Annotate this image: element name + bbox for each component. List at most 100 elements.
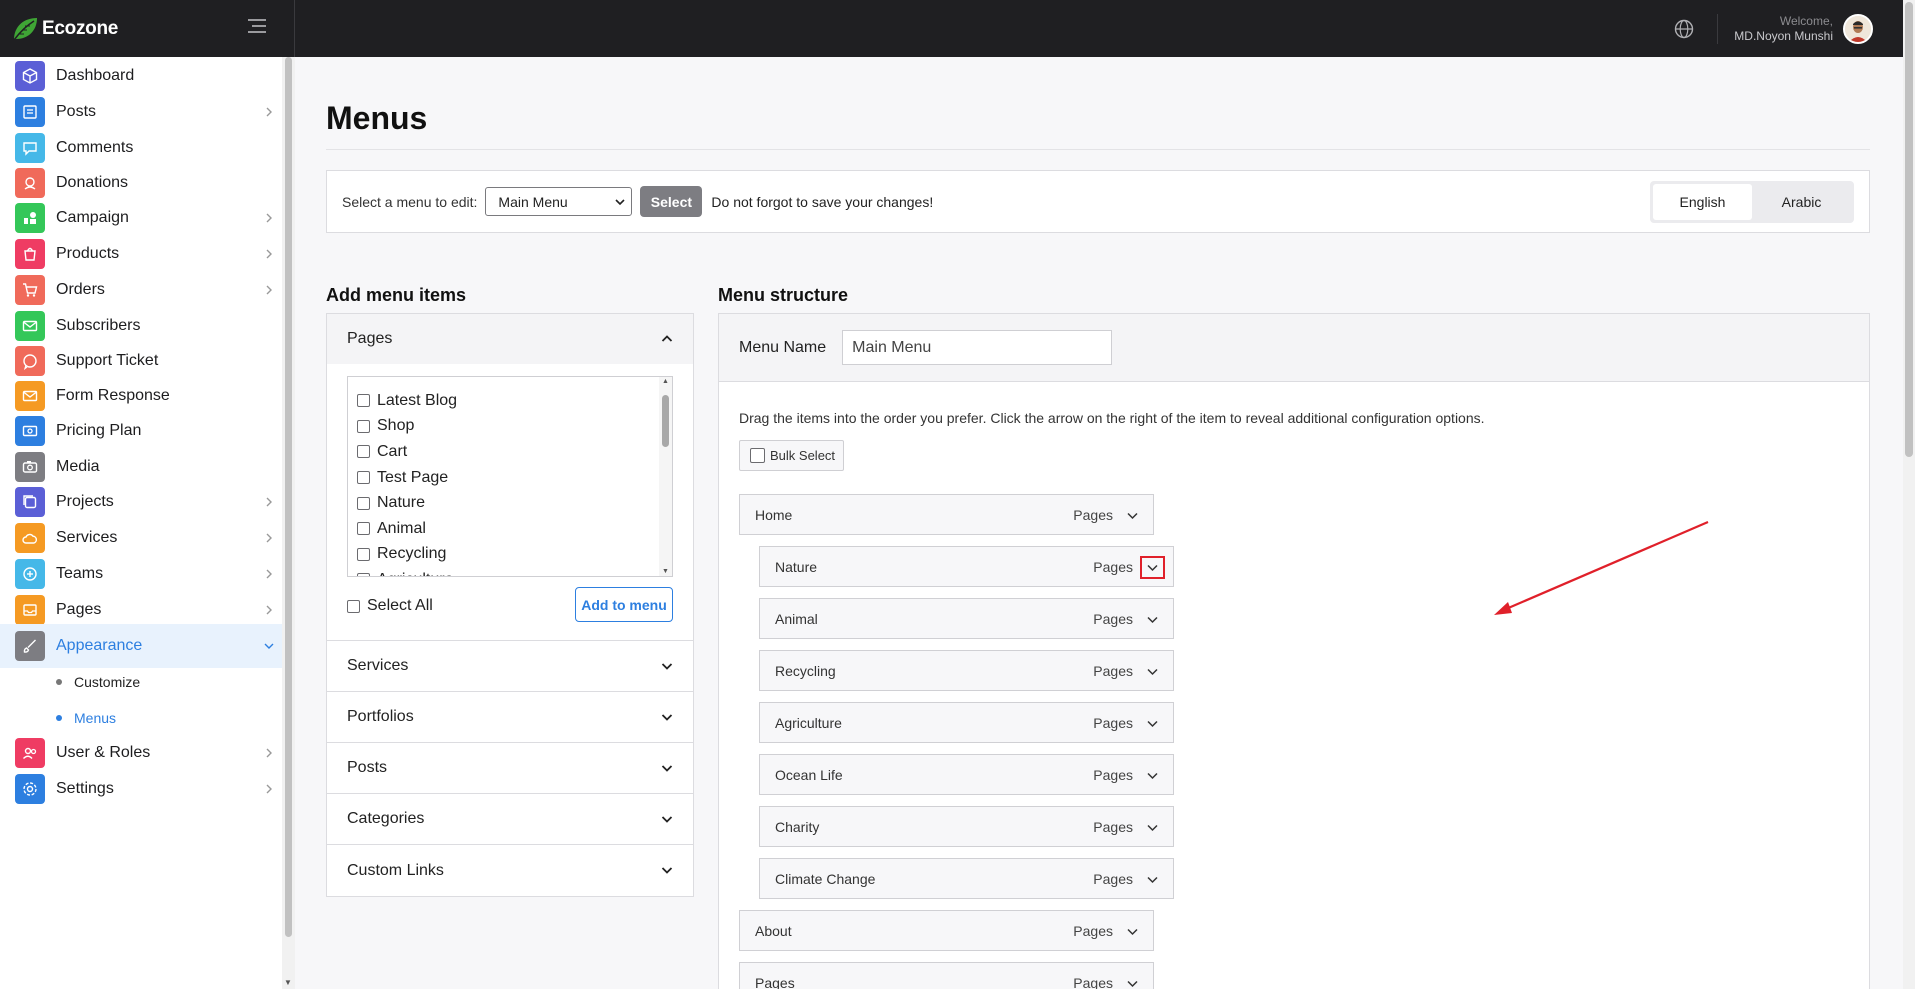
page-checkbox-item[interactable]: Latest Blog (348, 388, 672, 414)
brand-name[interactable]: Ecozone (42, 18, 118, 40)
bulk-select-label: Bulk Select (770, 448, 836, 463)
sidebar-item-label: Subscribers (56, 317, 141, 334)
menu-item-type: Pages (1073, 923, 1113, 939)
checklist-scrollbar[interactable]: ▲ ▼ (659, 377, 672, 576)
checkbox[interactable] (357, 496, 370, 510)
chevron-down-icon (661, 765, 673, 772)
select-all-checkbox[interactable]: Select All (347, 597, 433, 615)
sidebar-item-label: Dashboard (56, 67, 135, 84)
page-option-label: Recycling (377, 545, 447, 563)
menu-item-nature[interactable]: Nature Pages (759, 546, 1174, 587)
chevron-down-icon (661, 816, 673, 823)
expand-chevron-button[interactable] (1124, 507, 1141, 524)
menu-structure-panel: Menu Name Main Menu Drag the items into … (718, 313, 1870, 989)
categories-accordion-header[interactable]: Categories (327, 794, 693, 845)
menu-item-home[interactable]: Home Pages (739, 494, 1154, 535)
sidebar-scrollbar[interactable]: ▼ (282, 57, 295, 989)
checkbox[interactable] (357, 471, 370, 485)
chevron-right-icon (266, 605, 272, 615)
menu-name-input[interactable]: Main Menu (842, 330, 1113, 365)
comments-icon (15, 133, 45, 163)
checkbox[interactable] (347, 599, 360, 613)
avatar[interactable] (1843, 13, 1873, 44)
expand-chevron-button[interactable] (1144, 663, 1161, 680)
checkbox[interactable] (357, 445, 370, 459)
page-checkbox-item[interactable]: Nature (348, 490, 672, 516)
chevron-down-icon (1127, 980, 1138, 987)
select-all-label: Select All (367, 597, 433, 614)
menu-item-pages[interactable]: Pages Pages (739, 962, 1154, 989)
chevron-down-icon (1147, 720, 1158, 727)
appearance-icon (15, 631, 45, 661)
checkbox[interactable] (357, 419, 370, 433)
menu-item-charity[interactable]: Charity Pages (759, 806, 1174, 847)
menu-item-recycling[interactable]: Recycling Pages (759, 650, 1174, 691)
chevron-down-icon (1147, 616, 1158, 623)
page-option-label: Cart (377, 442, 408, 460)
checkbox[interactable] (357, 522, 370, 536)
campaign-icon (15, 203, 45, 233)
select-button[interactable]: Select (640, 186, 703, 217)
sidebar-item-settings[interactable]: Settings (0, 767, 282, 811)
language-english-tab[interactable]: English (1653, 184, 1752, 220)
page-checkbox-item[interactable]: Animal (348, 516, 672, 542)
sidebar-subitem-customize[interactable]: Customize (0, 662, 282, 702)
expand-chevron-button[interactable] (1140, 556, 1165, 579)
pages-checklist[interactable]: ▲ ▼ Latest Blog Shop Cart Test Page Nature Ani… (347, 376, 673, 577)
sidebar-toggle-icon[interactable] (248, 19, 266, 35)
page-option-label: Nature (377, 494, 426, 512)
expand-chevron-button[interactable] (1124, 975, 1141, 989)
pages-accordion-header[interactable]: Pages (327, 314, 693, 364)
expand-chevron-button[interactable] (1144, 819, 1161, 836)
expand-chevron-button[interactable] (1144, 715, 1161, 732)
chevron-down-icon (661, 867, 673, 874)
donations-icon (15, 168, 45, 198)
accordion-title: Categories (347, 810, 425, 827)
checkbox[interactable] (357, 394, 370, 408)
services-accordion-header[interactable]: Services (327, 641, 693, 692)
chevron-right-icon (266, 107, 272, 117)
bulk-select-button[interactable]: Bulk Select (739, 440, 844, 471)
expand-chevron-button[interactable] (1144, 611, 1161, 628)
checkbox[interactable] (357, 547, 370, 561)
menu-select-dropdown[interactable]: Main Menu (485, 187, 633, 216)
page-scrollbar[interactable] (1903, 0, 1915, 989)
checkbox[interactable] (750, 448, 765, 463)
expand-chevron-button[interactable] (1124, 923, 1141, 940)
pricing-plan-icon (15, 416, 45, 446)
page-checkbox-item[interactable]: Recycling (348, 542, 672, 568)
add-to-menu-button[interactable]: Add to menu (575, 587, 673, 622)
custom-links-accordion-header[interactable]: Custom Links (327, 845, 693, 896)
globe-icon[interactable] (1673, 18, 1695, 40)
sidebar-subitem-menus[interactable]: Menus (0, 698, 282, 738)
page-checkbox-item[interactable]: Cart (348, 439, 672, 465)
page-checkbox-item[interactable]: Shop (348, 414, 672, 440)
divider (1717, 13, 1719, 44)
language-arabic-tab[interactable]: Arabic (1752, 184, 1851, 220)
menu-item-label: Agriculture (775, 714, 842, 731)
sidebar-item-label: Posts (56, 103, 97, 120)
page-checkbox-item[interactable]: Test Page (348, 465, 672, 491)
chevron-down-icon (1147, 824, 1158, 831)
accordion-title: Portfolios (347, 708, 414, 725)
posts-accordion-header[interactable]: Posts (327, 743, 693, 794)
user-and-roles-icon (15, 738, 45, 768)
user-welcome: Welcome, MD.Noyon Munshi (1734, 14, 1833, 44)
chevron-up-icon (661, 335, 673, 342)
menu-item-climate-change[interactable]: Climate Change Pages (759, 858, 1174, 899)
menu-item-type: Pages (1073, 507, 1113, 523)
menu-item-animal[interactable]: Animal Pages (759, 598, 1174, 639)
products-icon (15, 239, 45, 269)
chevron-right-icon (266, 249, 272, 259)
page-checkbox-item[interactable]: Agriculture (348, 567, 672, 576)
language-toggle: English Arabic (1650, 181, 1854, 223)
menu-item-about[interactable]: About Pages (739, 910, 1154, 951)
chevron-down-icon (615, 199, 625, 206)
menu-item-agriculture[interactable]: Agriculture Pages (759, 702, 1174, 743)
portfolios-accordion-header[interactable]: Portfolios (327, 692, 693, 743)
checkbox[interactable] (357, 573, 370, 576)
expand-chevron-button[interactable] (1144, 767, 1161, 784)
expand-chevron-button[interactable] (1144, 871, 1161, 888)
menu-item-ocean-life[interactable]: Ocean Life Pages (759, 754, 1174, 795)
menu-item-label: Climate Change (775, 870, 876, 887)
